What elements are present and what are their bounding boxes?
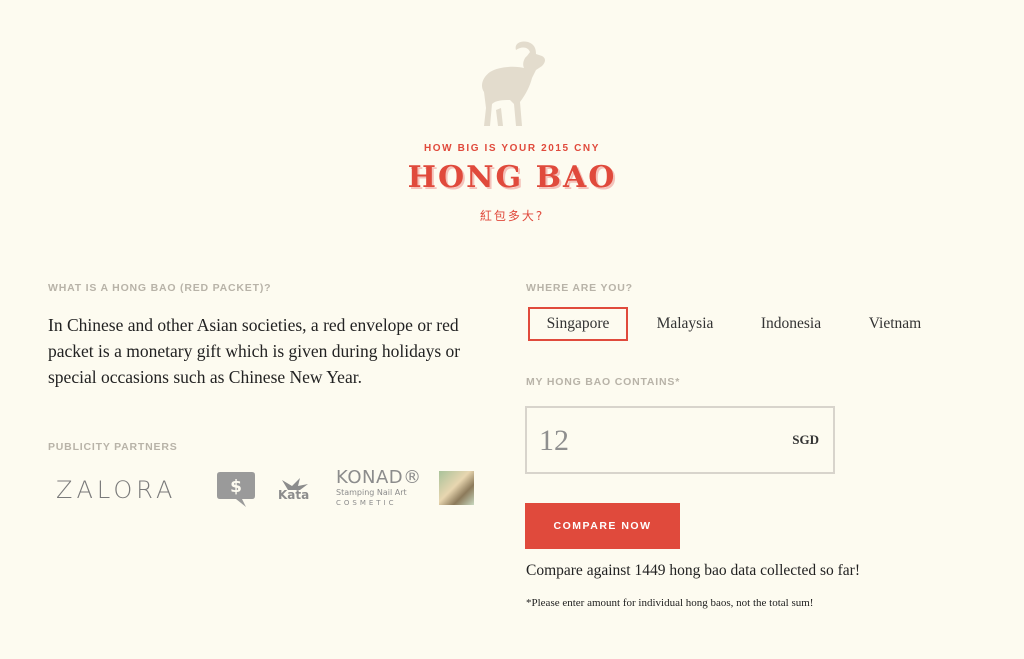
location-heading: WHERE ARE YOU? [526,282,633,294]
zalora-logo[interactable]: ZALORA [56,476,176,504]
currency-label: SGD [792,432,819,447]
partners-heading: PUBLICITY PARTNERS [48,441,178,453]
amount-heading: MY HONG BAO CONTAINS* [526,376,681,388]
page-header: HOW BIG IS YOUR 2015 CNY HONG BAO 紅包多大? [0,0,1024,240]
konad-cosmetic: COSMETIC [336,499,397,507]
money-bubble-icon[interactable]: $ [216,470,256,508]
country-option-vietnam[interactable]: Vietnam [850,307,940,341]
money-symbol: $ [230,477,242,497]
konad-tagline: Stamping Nail Art [336,488,407,497]
partner-logos: ZALORA $ Kata KONAD® Stamping Nail Art C… [48,468,488,512]
konad-logo[interactable]: KONAD® Stamping Nail Art COSMETIC [336,468,426,508]
page-title: HONG BAO [407,160,617,195]
country-option-malaysia[interactable]: Malaysia [640,307,730,341]
about-heading: WHAT IS A HONG BAO (RED PACKET)? [48,282,272,294]
kata-logo[interactable]: Kata [278,488,309,502]
partner-photo-logo[interactable] [439,471,474,505]
tagline: HOW BIG IS YOUR 2015 CNY [423,143,601,154]
amount-field: SGD [525,406,835,474]
konad-name: KONAD® [336,467,422,488]
goat-logo-icon [482,41,545,127]
stats-text: Compare against 1449 hong bao data colle… [526,562,860,579]
country-option-indonesia[interactable]: Indonesia [746,307,836,341]
about-text: In Chinese and other Asian societies, a … [48,315,461,387]
amount-input[interactable] [537,420,761,462]
compare-now-button[interactable]: COMPARE NOW [525,503,680,549]
subtitle-chinese: 紅包多大? [479,209,545,223]
country-option-singapore[interactable]: Singapore [528,307,628,341]
amount-note: *Please enter amount for individual hong… [526,597,814,609]
